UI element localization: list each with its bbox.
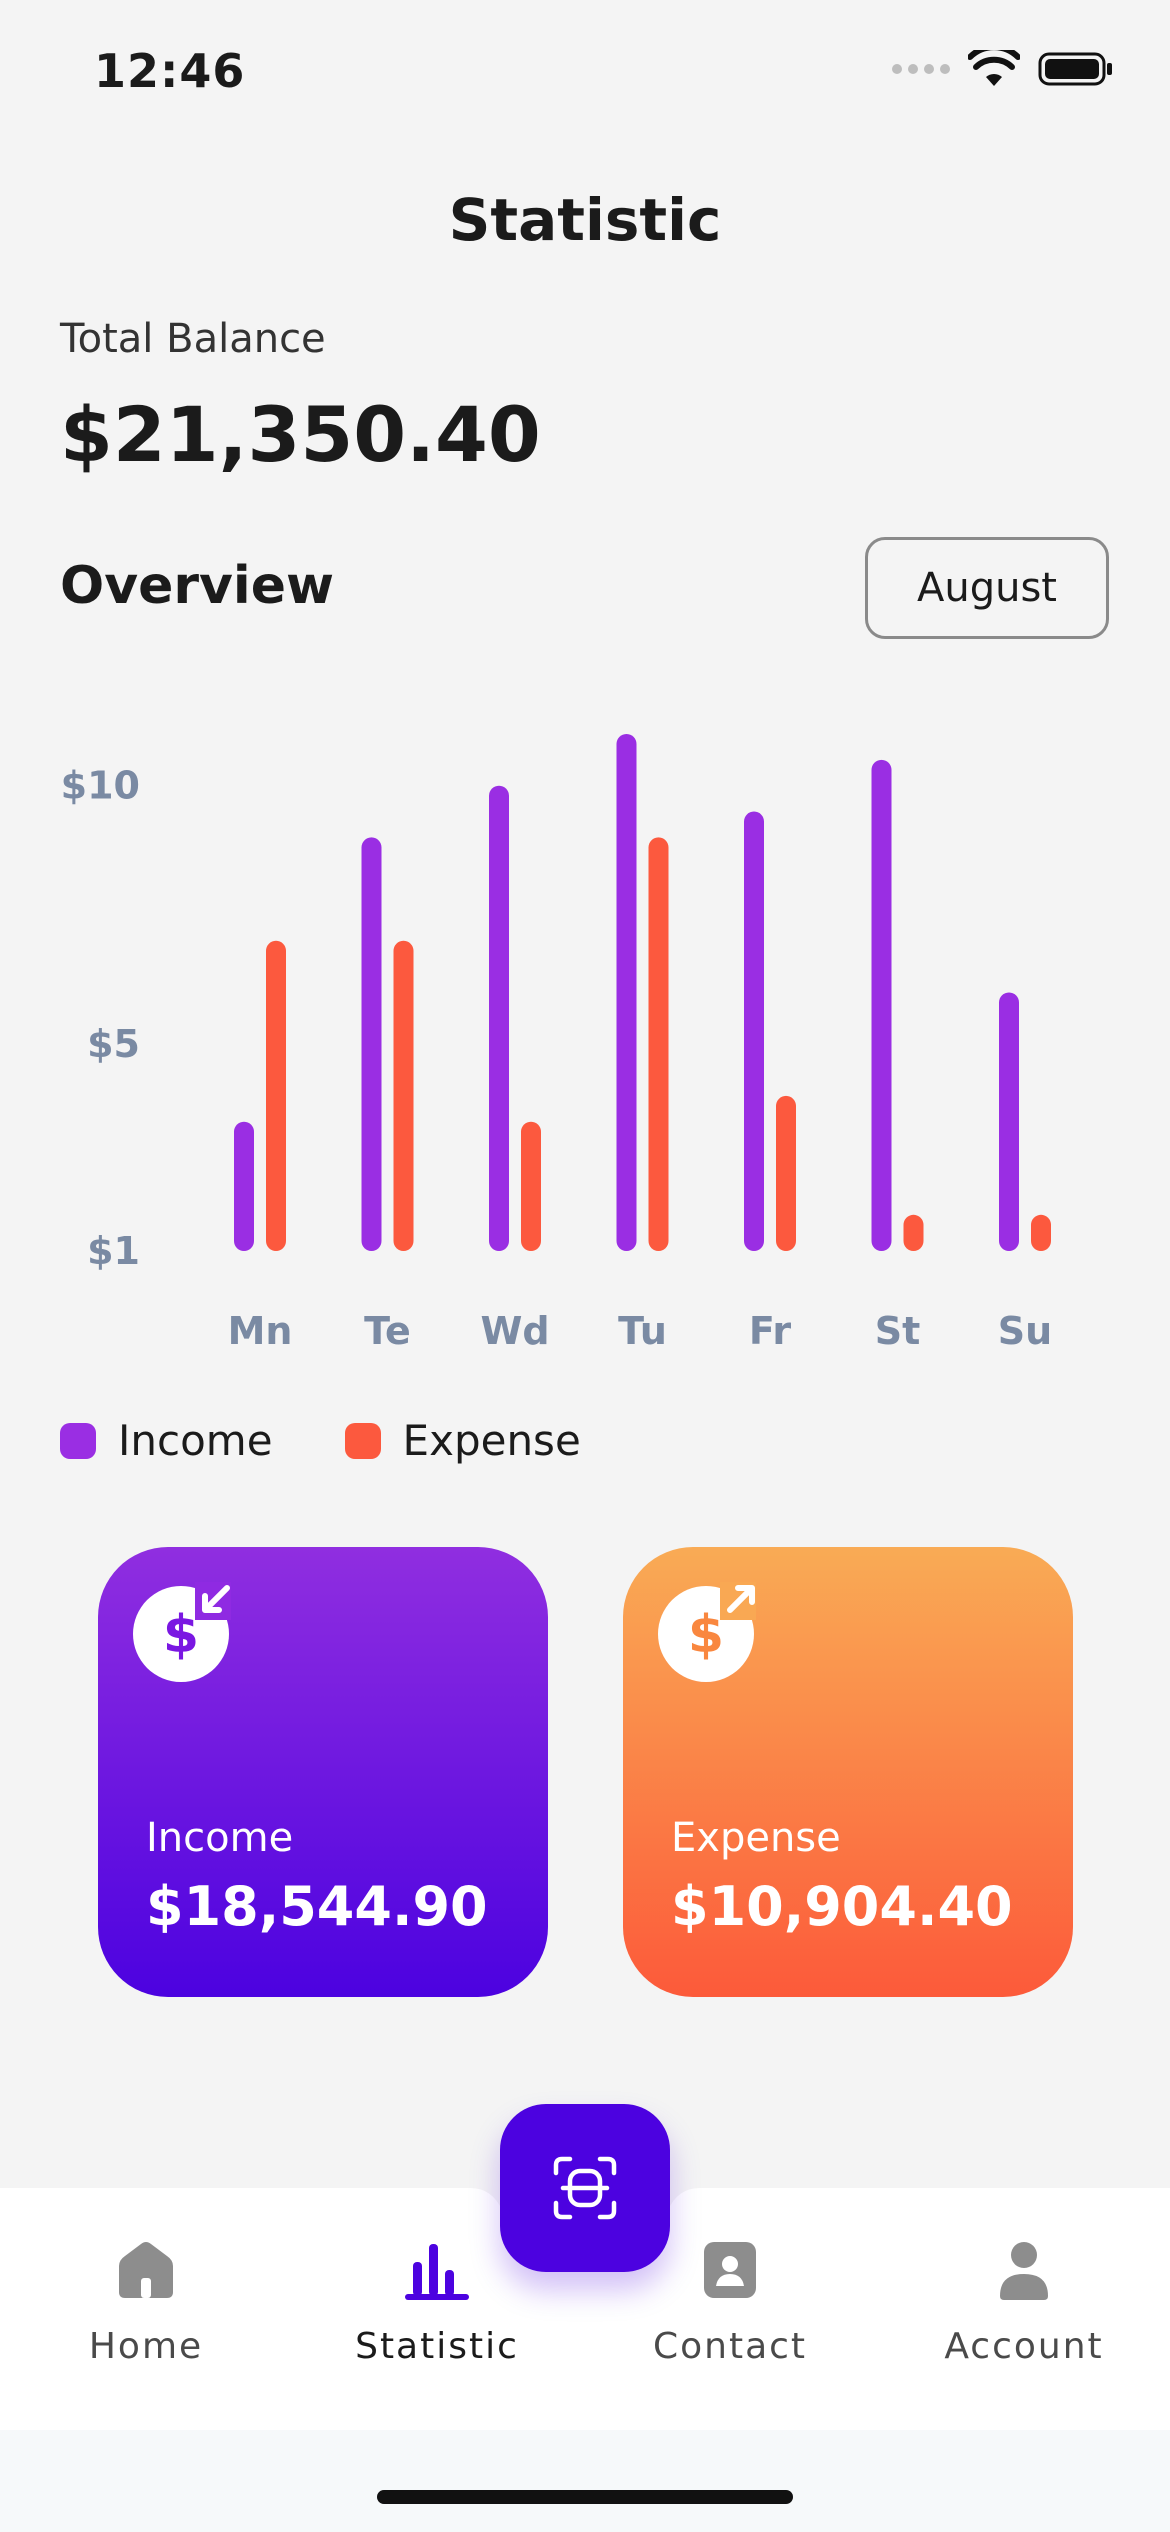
x-tick-label: Fr [749, 1309, 792, 1353]
income-bar-su [999, 992, 1019, 1251]
expense-bar-su [1031, 1214, 1051, 1251]
battery-icon [1038, 52, 1112, 86]
y-tick-label: $10 [61, 764, 140, 808]
legend-income-label: Income [118, 1416, 273, 1465]
income-bar-wd [489, 785, 509, 1251]
income-card[interactable]: $ Income $18,544.90 [98, 1547, 548, 1997]
y-axis-ticks: $10 $5 $1 [61, 764, 140, 1273]
chart-legend: Income Expense [60, 1416, 581, 1465]
dollar-out-icon: $ [658, 1582, 756, 1682]
expense-bar-tu [648, 837, 669, 1251]
nav-label-account: Account [944, 2326, 1104, 2367]
x-tick-label: Tu [618, 1309, 667, 1353]
total-balance-value: $21,350.40 [60, 390, 541, 479]
svg-text:$: $ [163, 1605, 199, 1665]
nav-item-account[interactable]: Account [914, 2240, 1134, 2367]
page-title: Statistic [448, 186, 722, 254]
home-icon [119, 2242, 173, 2298]
nav-label-contact: Contact [652, 2326, 808, 2367]
x-tick-label: Su [998, 1309, 1052, 1353]
status-time: 12:46 [94, 44, 246, 98]
overview-bar-chart: $10 $5 $1 Mn Te Wd Tu Fr St Su [61, 734, 1053, 1353]
x-tick-label: Wd [480, 1309, 549, 1353]
status-icons [892, 50, 1114, 88]
legend-income-swatch [60, 1422, 96, 1459]
home-indicator[interactable] [377, 2490, 793, 2504]
contact-icon [704, 2242, 756, 2298]
income-card-value: $18,544.90 [146, 1875, 488, 1938]
y-tick-label: $5 [87, 1022, 140, 1066]
home-indicator-area [0, 2430, 1170, 2532]
income-card-label: Income [146, 1815, 294, 1861]
income-bar-te [361, 837, 382, 1251]
scan-icon [553, 2156, 617, 2220]
legend-income: Income [60, 1416, 273, 1465]
expense-bar-fr [776, 1095, 796, 1251]
dollar-in-icon: $ [133, 1582, 231, 1682]
expense-bar-te [393, 940, 414, 1251]
chart-bars [234, 734, 1051, 1251]
legend-expense: Expense [344, 1416, 581, 1465]
legend-expense-swatch [344, 1422, 381, 1459]
legend-expense-label: Expense [402, 1416, 581, 1465]
person-icon [1000, 2242, 1048, 2300]
x-axis-ticks: Mn Te Wd Tu Fr St Su [228, 1309, 1053, 1353]
x-tick-label: Mn [228, 1309, 293, 1353]
expense-bar-mn [266, 940, 286, 1251]
wifi-icon [968, 50, 1020, 86]
expense-bar-st [903, 1214, 924, 1251]
expense-card[interactable]: $ Expense $10,904.40 [623, 1547, 1073, 1997]
nav-item-home[interactable]: Home [36, 2240, 256, 2367]
expense-bar-wd [521, 1121, 541, 1251]
cellular-signal-icon [892, 64, 950, 74]
nav-label-home: Home [88, 2326, 204, 2367]
expense-card-value: $10,904.40 [671, 1875, 1013, 1938]
income-bar-st [871, 759, 892, 1251]
income-bar-tu [616, 734, 637, 1251]
scan-fab-button[interactable] [500, 2104, 670, 2272]
nav-label-statistic: Statistic [355, 2326, 519, 2367]
x-tick-label: Te [364, 1309, 411, 1353]
month-selector-button[interactable]: August [865, 537, 1109, 639]
y-tick-label: $1 [87, 1229, 140, 1273]
income-bar-fr [744, 811, 764, 1251]
income-bar-mn [234, 1121, 254, 1251]
total-balance-label: Total Balance [60, 316, 326, 362]
svg-text:$: $ [688, 1605, 724, 1665]
bar-chart-icon [405, 2244, 469, 2300]
expense-card-label: Expense [671, 1815, 841, 1861]
x-tick-label: St [875, 1309, 921, 1353]
overview-title: Overview [60, 556, 335, 616]
